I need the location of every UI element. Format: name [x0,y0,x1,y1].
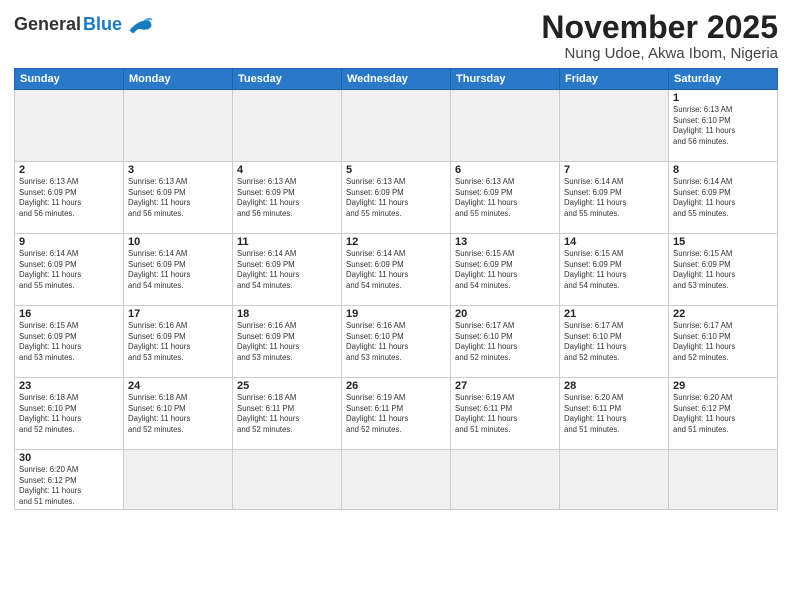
calendar-row-6: 30 Sunrise: 6:20 AMSunset: 6:12 PMDaylig… [15,450,778,510]
day-28: 28 Sunrise: 6:20 AMSunset: 6:11 PMDaylig… [560,378,669,450]
day-16: 16 Sunrise: 6:15 AMSunset: 6:09 PMDaylig… [15,306,124,378]
day-3: 3 Sunrise: 6:13 AMSunset: 6:09 PMDayligh… [124,162,233,234]
logo-blue-text: Blue [83,14,122,35]
day-2: 2 Sunrise: 6:13 AMSunset: 6:09 PMDayligh… [15,162,124,234]
logo-general-text: General [14,14,81,35]
day-17: 17 Sunrise: 6:16 AMSunset: 6:09 PMDaylig… [124,306,233,378]
empty-cell [451,450,560,510]
empty-cell [233,450,342,510]
empty-cell [233,90,342,162]
day-25: 25 Sunrise: 6:18 AMSunset: 6:11 PMDaylig… [233,378,342,450]
day-4: 4 Sunrise: 6:13 AMSunset: 6:09 PMDayligh… [233,162,342,234]
title-block: November 2025 Nung Udoe, Akwa Ibom, Nige… [541,10,778,62]
day-19: 19 Sunrise: 6:16 AMSunset: 6:10 PMDaylig… [342,306,451,378]
day-11: 11 Sunrise: 6:14 AMSunset: 6:09 PMDaylig… [233,234,342,306]
day-20: 20 Sunrise: 6:17 AMSunset: 6:10 PMDaylig… [451,306,560,378]
day-13: 13 Sunrise: 6:15 AMSunset: 6:09 PMDaylig… [451,234,560,306]
header-friday: Friday [560,69,669,90]
header-saturday: Saturday [669,69,778,90]
calendar-row-2: 2 Sunrise: 6:13 AMSunset: 6:09 PMDayligh… [15,162,778,234]
weekday-header-row: Sunday Monday Tuesday Wednesday Thursday… [15,69,778,90]
empty-cell [342,90,451,162]
day-7: 7 Sunrise: 6:14 AMSunset: 6:09 PMDayligh… [560,162,669,234]
day-21: 21 Sunrise: 6:17 AMSunset: 6:10 PMDaylig… [560,306,669,378]
day-23: 23 Sunrise: 6:18 AMSunset: 6:10 PMDaylig… [15,378,124,450]
empty-cell [124,450,233,510]
empty-cell [560,90,669,162]
header-wednesday: Wednesday [342,69,451,90]
page: General Blue November 2025 Nung Udoe, Ak… [0,0,792,612]
calendar-row-4: 16 Sunrise: 6:15 AMSunset: 6:09 PMDaylig… [15,306,778,378]
empty-cell [15,90,124,162]
empty-cell [342,450,451,510]
calendar-row-3: 9 Sunrise: 6:14 AMSunset: 6:09 PMDayligh… [15,234,778,306]
empty-cell [451,90,560,162]
day-5: 5 Sunrise: 6:13 AMSunset: 6:09 PMDayligh… [342,162,451,234]
empty-cell [124,90,233,162]
calendar-table: Sunday Monday Tuesday Wednesday Thursday… [14,68,778,510]
calendar-row-5: 23 Sunrise: 6:18 AMSunset: 6:10 PMDaylig… [15,378,778,450]
day-15: 15 Sunrise: 6:15 AMSunset: 6:09 PMDaylig… [669,234,778,306]
logo: General Blue [14,14,154,35]
day-29: 29 Sunrise: 6:20 AMSunset: 6:12 PMDaylig… [669,378,778,450]
day-27: 27 Sunrise: 6:19 AMSunset: 6:11 PMDaylig… [451,378,560,450]
day-18: 18 Sunrise: 6:16 AMSunset: 6:09 PMDaylig… [233,306,342,378]
day-14: 14 Sunrise: 6:15 AMSunset: 6:09 PMDaylig… [560,234,669,306]
empty-cell [560,450,669,510]
header-monday: Monday [124,69,233,90]
day-9: 9 Sunrise: 6:14 AMSunset: 6:09 PMDayligh… [15,234,124,306]
day-6: 6 Sunrise: 6:13 AMSunset: 6:09 PMDayligh… [451,162,560,234]
header-sunday: Sunday [15,69,124,90]
calendar-row-1: 1 Sunrise: 6:13 AMSunset: 6:10 PMDayligh… [15,90,778,162]
logo-bird-icon [126,15,154,35]
header-tuesday: Tuesday [233,69,342,90]
header: General Blue November 2025 Nung Udoe, Ak… [14,10,778,62]
location-subtitle: Nung Udoe, Akwa Ibom, Nigeria [541,45,778,62]
month-title: November 2025 [541,10,778,45]
empty-cell [669,450,778,510]
day-30: 30 Sunrise: 6:20 AMSunset: 6:12 PMDaylig… [15,450,124,510]
header-thursday: Thursday [451,69,560,90]
day-1: 1 Sunrise: 6:13 AMSunset: 6:10 PMDayligh… [669,90,778,162]
day-8: 8 Sunrise: 6:14 AMSunset: 6:09 PMDayligh… [669,162,778,234]
day-24: 24 Sunrise: 6:18 AMSunset: 6:10 PMDaylig… [124,378,233,450]
day-10: 10 Sunrise: 6:14 AMSunset: 6:09 PMDaylig… [124,234,233,306]
day-26: 26 Sunrise: 6:19 AMSunset: 6:11 PMDaylig… [342,378,451,450]
day-22: 22 Sunrise: 6:17 AMSunset: 6:10 PMDaylig… [669,306,778,378]
day-12: 12 Sunrise: 6:14 AMSunset: 6:09 PMDaylig… [342,234,451,306]
